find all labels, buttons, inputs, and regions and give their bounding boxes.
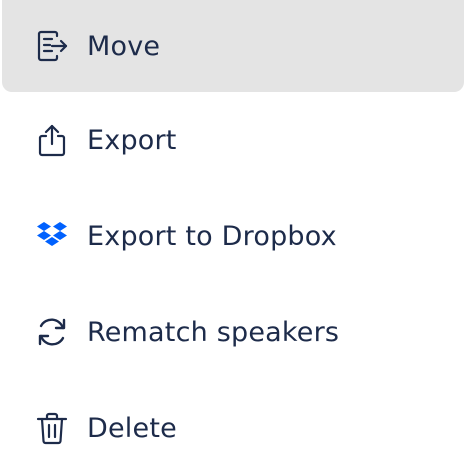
menu-item-move[interactable]: Move	[2, 0, 464, 92]
menu-item-label: Export to Dropbox	[87, 220, 337, 252]
trash-icon	[34, 410, 70, 446]
rematch-icon	[34, 314, 70, 350]
export-icon	[34, 122, 70, 158]
menu-item-delete[interactable]: Delete	[0, 380, 466, 474]
dropbox-icon	[34, 218, 70, 254]
move-icon	[34, 28, 70, 64]
menu-item-label: Delete	[87, 412, 177, 444]
menu-item-rematch-speakers[interactable]: Rematch speakers	[0, 284, 466, 380]
menu-item-export[interactable]: Export	[0, 92, 466, 188]
context-menu: Move Export Export to Dropbox Rematch sp…	[0, 0, 466, 474]
menu-item-label: Rematch speakers	[87, 316, 340, 348]
menu-item-export-dropbox[interactable]: Export to Dropbox	[0, 188, 466, 284]
menu-item-label: Move	[87, 30, 161, 62]
menu-item-label: Export	[87, 124, 177, 156]
